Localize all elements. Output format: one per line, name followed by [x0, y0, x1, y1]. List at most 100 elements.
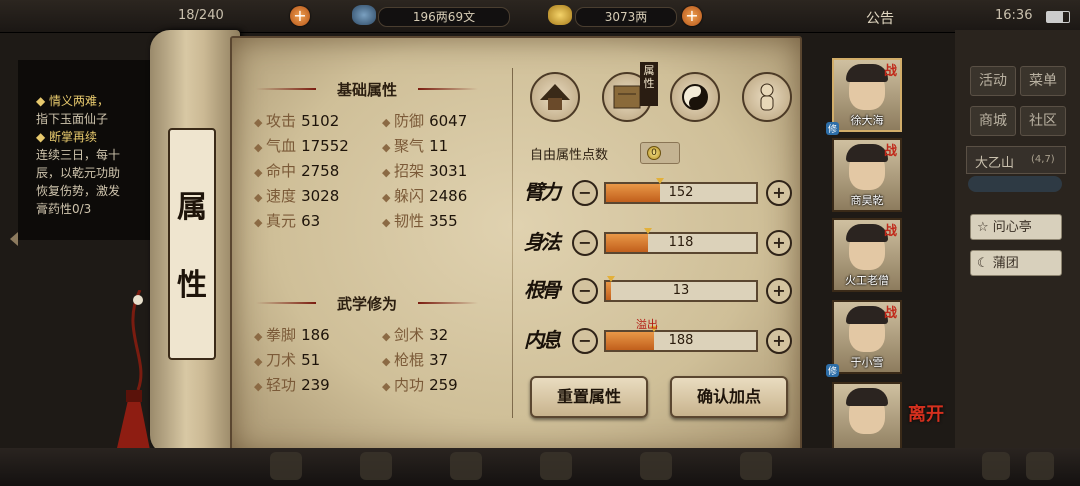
cultivate-badge: 修 [826, 364, 840, 377]
portrait-hair [846, 388, 888, 406]
increase-button[interactable]: + [766, 278, 792, 304]
decrease-button[interactable]: − [572, 328, 598, 354]
stat-label: 轻功 [265, 376, 296, 394]
location-item-cushion[interactable]: ☾ 蒲团 [970, 250, 1062, 276]
activity-button[interactable]: 活动 [970, 66, 1016, 96]
stat-item: ◆ 刀术 51 [254, 349, 320, 371]
meridian-tab-icon[interactable] [742, 72, 792, 122]
toolbar-slot[interactable] [270, 452, 302, 480]
location-coord: (4,7) [1031, 154, 1055, 165]
stat-item: ◆ 攻击 5102 [254, 110, 339, 132]
copper-coin-icon [352, 5, 376, 25]
stat-item: ◆ 剑术 32 [382, 324, 448, 346]
allocation-value: 13 [672, 283, 690, 298]
stat-item: ◆ 真元 63 [254, 210, 320, 232]
stat-label: 刀术 [265, 351, 296, 369]
diamond-icon: ◆ [382, 380, 394, 393]
diamond-icon: ◆ [254, 116, 266, 129]
increase-button[interactable]: + [766, 180, 792, 206]
reset-attributes-button[interactable]: 重置属性 [530, 376, 648, 418]
leave-button[interactable]: 离开 [908, 406, 944, 424]
character-portrait[interactable] [832, 382, 902, 456]
stat-label: 内功 [393, 376, 424, 394]
diamond-icon: ◆ [382, 166, 394, 179]
diamond-icon: ◆ [382, 355, 394, 368]
stat-label: 速度 [265, 187, 296, 205]
time-indicator [968, 176, 1062, 192]
stat-value: 51 [301, 351, 321, 369]
stat-label: 躲闪 [393, 187, 424, 205]
equipment-tab-icon[interactable] [530, 72, 580, 122]
quest-line: ◆ 断掌再续 [36, 130, 98, 144]
allocation-bar: 13 [604, 276, 758, 302]
community-button[interactable]: 社区 [1020, 106, 1066, 136]
increase-button[interactable]: + [766, 328, 792, 354]
diamond-icon: ◆ [254, 330, 266, 343]
stat-value: 37 [429, 351, 449, 369]
basic-attributes-title: 基础属性 [336, 81, 397, 99]
quest-list: ◆ 情义两难， 指下玉面仙子 ◆ 断掌再续 连续三日，每十 辰，以乾元功助 恢复伤势，激发… [36, 92, 120, 218]
stat-item: ◆ 内功 259 [382, 374, 458, 396]
battery-icon [1046, 11, 1070, 23]
bagua-tab-icon[interactable] [670, 72, 720, 122]
stat-value: 186 [301, 326, 330, 344]
decrease-button[interactable]: − [572, 230, 598, 256]
toolbar-slot[interactable] [640, 452, 672, 480]
toolbar-slot[interactable] [740, 452, 772, 480]
page-title-scroll: 属 性 [168, 128, 216, 360]
location-box[interactable]: 大乙山 (4,7) [966, 146, 1066, 174]
shop-button[interactable]: 商城 [970, 106, 1016, 136]
quest-line: 恢复伤势，激发 [36, 184, 121, 198]
carry-count: 18/240 [178, 8, 224, 23]
free-points-label: 自由属性点数 [530, 148, 609, 163]
martial-skills-grid: ◆ 拳脚 186 ◆ 剑术 32 ◆ 刀术 51 ◆ 枪棍 37 ◆ 轻功 239 ◆ 内… [254, 324, 504, 414]
add-capacity-button[interactable]: + [290, 6, 310, 26]
stat-label: 拳脚 [265, 326, 296, 344]
battle-badge: 战 [884, 306, 898, 321]
decrease-button[interactable]: − [572, 278, 598, 304]
page-title-char-1: 属 [177, 190, 207, 225]
quest-line: 指下玉面仙子 [36, 112, 109, 126]
stat-value: 239 [301, 376, 330, 394]
toolbar-slot[interactable] [982, 452, 1010, 480]
increase-button[interactable]: + [766, 230, 792, 256]
collapse-arrow-icon[interactable] [10, 232, 18, 246]
stat-label: 防御 [393, 112, 424, 130]
stat-value: 6047 [429, 112, 468, 130]
confirm-allocation-button[interactable]: 确认加点 [670, 376, 788, 418]
stat-item: ◆ 命中 2758 [254, 160, 339, 182]
toolbar-slot[interactable] [540, 452, 572, 480]
toolbar-slot[interactable] [360, 452, 392, 480]
title-ornament-left [256, 88, 316, 90]
stat-item: ◆ 气血 17552 [254, 135, 349, 157]
stat-value: 5102 [301, 112, 340, 130]
stat-value: 259 [429, 376, 458, 394]
add-silver-button[interactable]: + [682, 6, 702, 26]
diamond-icon: ◆ [382, 141, 394, 154]
notice-button[interactable]: 公告 [866, 8, 894, 28]
allocation-name: 身法 [524, 230, 561, 254]
toolbar-slot[interactable] [450, 452, 482, 480]
menu-button[interactable]: 菜单 [1020, 66, 1066, 96]
stat-value: 355 [429, 212, 458, 230]
stat-item: ◆ 枪棍 37 [382, 349, 448, 371]
toolbar-slot[interactable] [1026, 452, 1054, 480]
stat-value: 2758 [301, 162, 340, 180]
stat-label: 攻击 [265, 112, 296, 130]
stat-item: ◆ 聚气 11 [382, 135, 448, 157]
stat-label: 聚气 [393, 137, 424, 155]
stat-item: ◆ 招架 3031 [382, 160, 467, 182]
stat-label: 气血 [265, 137, 296, 155]
character-name: 于小雪 [850, 356, 884, 369]
location-item-wenxin-pavilion[interactable]: ☆ 问心亭 [970, 214, 1062, 240]
allocation-value: 152 [668, 185, 694, 200]
leave-label: 离开 [908, 404, 944, 425]
decrease-button[interactable]: − [572, 180, 598, 206]
stat-item: ◆ 速度 3028 [254, 185, 339, 207]
tab-label-badge: 属性 [640, 62, 658, 106]
diamond-icon: ◆ [382, 116, 394, 129]
tassel-decoration [112, 290, 154, 470]
battle-badge: 战 [884, 64, 898, 79]
silver-ingot-icon [548, 5, 572, 25]
stat-label: 韧性 [393, 212, 424, 230]
